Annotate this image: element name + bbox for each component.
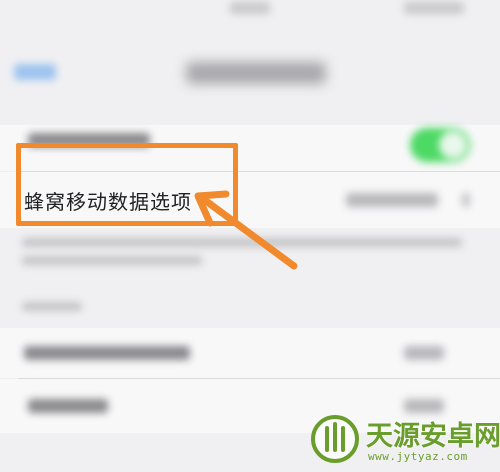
options-row-value [346, 193, 438, 207]
settings-row-label [24, 346, 190, 360]
status-bar [0, 0, 500, 22]
settings-row-value [404, 399, 444, 413]
status-time [230, 2, 270, 14]
navigation-bar [0, 22, 500, 92]
watermark-url: www.jytyaz.com [368, 450, 468, 463]
section-header [22, 302, 82, 311]
chevron-right-icon [462, 193, 470, 207]
settings-row[interactable] [0, 328, 500, 378]
back-button[interactable] [14, 64, 56, 80]
settings-row-value [404, 346, 444, 360]
footnote-line [22, 256, 202, 265]
toggle-knob [439, 131, 467, 159]
nav-title [186, 62, 326, 84]
watermark-title: 天源安卓网 [366, 421, 500, 452]
status-icons [404, 2, 464, 14]
watermark: 天源安卓网 www.jytyaz.com [308, 412, 500, 472]
footnote-line [22, 238, 462, 247]
watermark-logo-icon [311, 415, 359, 463]
settings-row-label [28, 399, 108, 413]
highlight-box [16, 143, 238, 226]
cellular-data-toggle[interactable] [410, 128, 470, 162]
